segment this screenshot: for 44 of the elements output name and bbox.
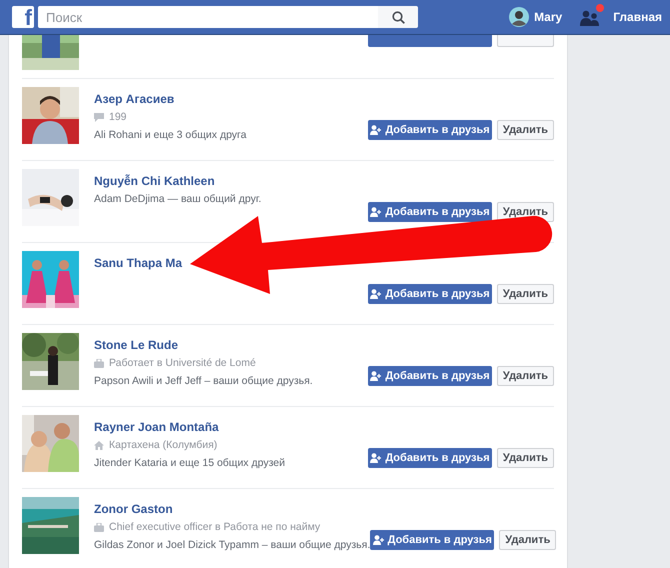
profile-detail: Chief executive officer в Работа не по найму: [109, 520, 320, 535]
search-field[interactable]: Поиск: [38, 6, 378, 28]
user-name[interactable]: Mary: [534, 8, 562, 26]
add-friend-icon: [370, 207, 382, 217]
comment-icon: [94, 112, 104, 122]
person-name[interactable]: Nguyễn Chi Kathleen: [94, 172, 262, 190]
add-friend-button[interactable]: Добавить в друзья: [368, 202, 492, 222]
profile-detail: Работает в Université de Lomé: [109, 356, 256, 371]
mutual-friends-text[interactable]: Gildas Zonor и Joel Dizick Typamm – ваши общие друзья.: [94, 536, 370, 554]
add-friend-icon: [370, 289, 382, 299]
add-friend-button[interactable]: Добавить в друзья: [368, 366, 492, 386]
search-button[interactable]: [378, 6, 418, 28]
add-friend-button[interactable]: Добавить в друзья: [370, 530, 494, 550]
add-friend-icon: [370, 371, 382, 381]
mutual-friends-text[interactable]: Jitender Kataria и еще 15 общих друзей: [94, 454, 285, 472]
add-friend-icon: [372, 535, 384, 545]
briefcase-icon: [94, 522, 104, 532]
person-name[interactable]: Zonor Gaston: [94, 500, 370, 518]
add-friend-icon: [370, 453, 382, 463]
remove-button[interactable]: Удалить: [497, 284, 554, 304]
remove-button[interactable]: Удалить: [497, 366, 554, 386]
profile-detail: Картахена (Колумбия): [109, 438, 218, 453]
person-name[interactable]: Азер Агасиев: [94, 90, 246, 108]
add-friend-button[interactable]: Добавить в друзья: [368, 284, 492, 304]
friends-icon[interactable]: [580, 9, 600, 27]
mutual-friends-text[interactable]: Papson Awili и Jeff Jeff – ваши общие друзья.: [94, 372, 313, 390]
house-icon: [94, 440, 104, 450]
home-link[interactable]: Главная: [613, 8, 662, 26]
add-friend-icon: [370, 125, 382, 135]
add-friend-button[interactable]: Добавить в друзья: [368, 120, 492, 140]
person-name[interactable]: Sanu Thapa Ma: [94, 254, 182, 272]
remove-button[interactable]: Удалить: [497, 120, 554, 140]
person-name[interactable]: Rayner Joan Montaña: [94, 418, 285, 436]
search-icon: [392, 10, 404, 24]
avatar-icon[interactable]: [509, 7, 530, 27]
profile-detail: 199: [109, 110, 127, 125]
add-friend-button[interactable]: Добавить в друзья: [368, 448, 492, 468]
remove-button[interactable]: Удалить: [497, 448, 554, 468]
person-name[interactable]: Stone Le Rude: [94, 336, 313, 354]
mutual-friends-text[interactable]: Ali Rohani и еще 3 общих друга: [94, 126, 246, 144]
briefcase-icon: [94, 358, 104, 368]
remove-button[interactable]: Удалить: [499, 530, 556, 550]
mutual-friends-text[interactable]: Adam DeDjima — ваш общий друг.: [94, 190, 262, 208]
facebook-logo[interactable]: f: [12, 6, 34, 28]
